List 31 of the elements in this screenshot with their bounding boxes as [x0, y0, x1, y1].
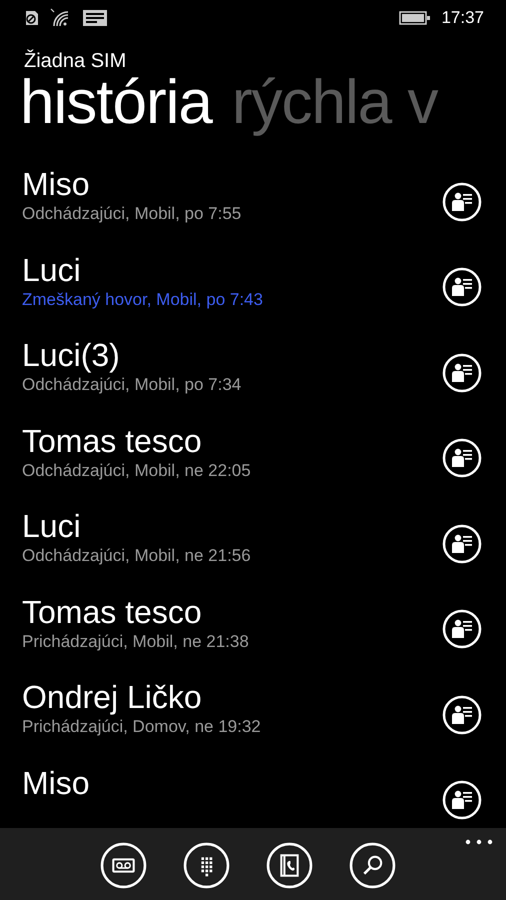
call-details: Zmeškaný hovor, Mobil, po 7:43 [22, 288, 263, 310]
contact-card-icon[interactable] [442, 182, 482, 222]
message-icon [82, 9, 108, 27]
contact-card-icon[interactable] [442, 524, 482, 564]
battery-icon [399, 11, 432, 25]
clock-time: 17:37 [441, 8, 484, 28]
caller-name[interactable]: Miso [22, 165, 90, 203]
call-details: Prichádzajúci, Mobil, ne 21:38 [22, 630, 249, 652]
caller-name[interactable]: Luci [22, 507, 81, 545]
call-details: Odchádzajúci, Mobil, po 7:55 [22, 203, 242, 225]
call-details: Prichádzajúci, Domov, ne 19:32 [22, 716, 261, 738]
contact-card-icon[interactable] [442, 438, 482, 478]
caller-name[interactable]: Ondrej Ličko [22, 678, 202, 716]
caller-name[interactable]: Tomas tesco [22, 592, 202, 630]
keypad-button[interactable] [183, 842, 230, 889]
contact-card-icon[interactable] [442, 780, 482, 820]
contact-card-icon[interactable] [442, 352, 482, 393]
voicemail-button[interactable] [100, 842, 147, 889]
caller-name[interactable]: Miso [22, 764, 90, 802]
call-details: Odchádzajúci, Mobil, po 7:34 [22, 374, 242, 396]
contact-card-icon[interactable] [442, 267, 482, 308]
caller-name[interactable]: Tomas tesco [22, 422, 202, 460]
more-icon[interactable] [464, 838, 494, 846]
search-button[interactable] [349, 842, 396, 889]
caller-name[interactable]: Luci [22, 250, 81, 288]
call-details: Odchádzajúci, Mobil, ne 22:05 [22, 460, 251, 482]
caller-name[interactable]: Luci(3) [22, 336, 120, 374]
call-details: Odchádzajúci, Mobil, ne 21:56 [22, 545, 251, 567]
contact-card-icon[interactable] [442, 694, 482, 735]
contacts-button[interactable] [266, 842, 313, 889]
contact-card-icon[interactable] [442, 609, 482, 650]
